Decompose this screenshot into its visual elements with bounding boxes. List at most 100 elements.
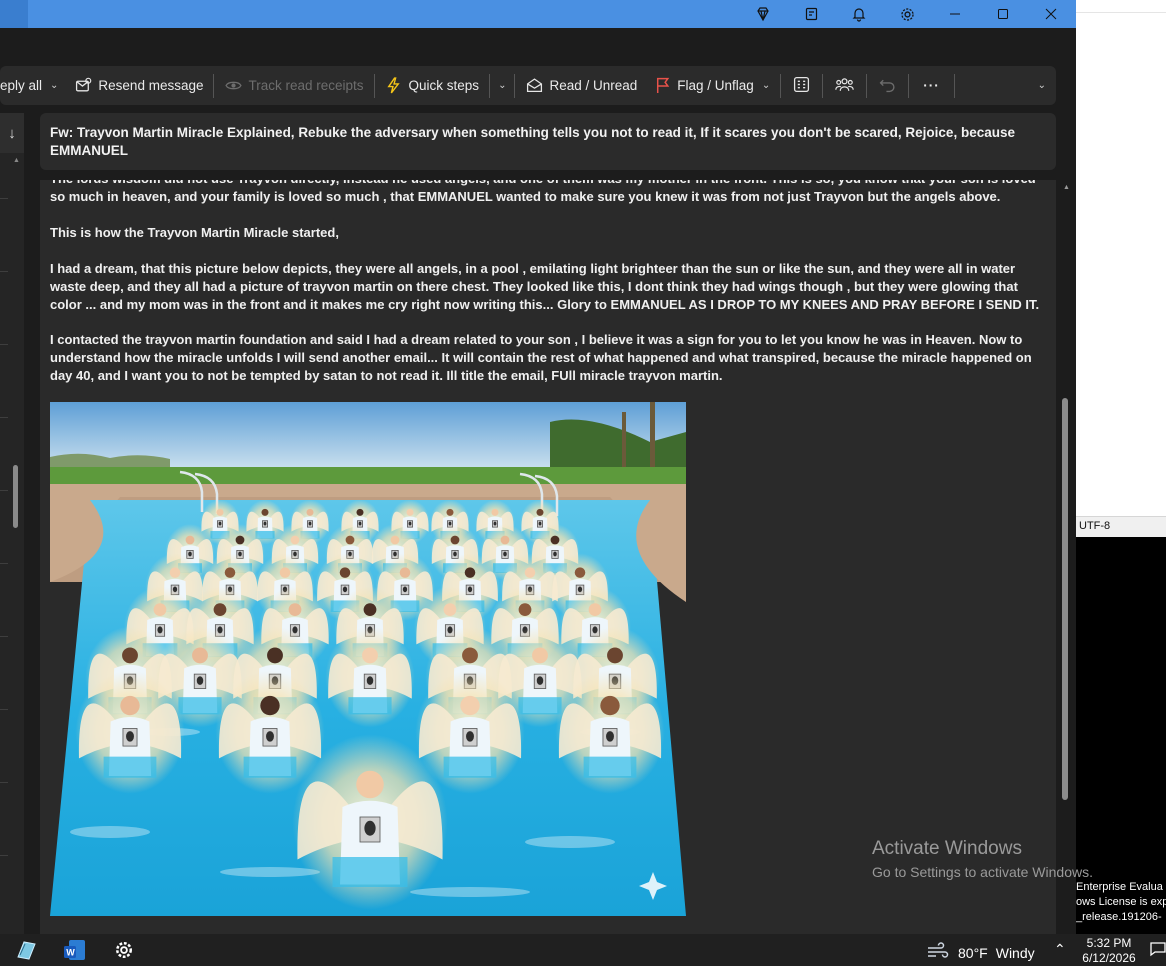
quick-steps-label: Quick steps — [408, 78, 480, 93]
people-button[interactable] — [825, 66, 864, 105]
ribbon-divider — [908, 73, 910, 98]
window-divider — [1076, 12, 1166, 13]
console-line: ows License is exp — [1076, 896, 1166, 908]
list-divider — [0, 198, 8, 199]
apps-icon — [793, 76, 810, 96]
outlook-window: eply all ⌄ Resend message Track read rec… — [0, 0, 1076, 934]
angel-figure — [75, 670, 185, 794]
reply-all-button[interactable]: eply all ⌄ — [0, 66, 66, 105]
weather-widget[interactable]: 80°F Windy — [926, 942, 1035, 963]
console-line: Enterprise Evalua — [1076, 881, 1163, 893]
clock-date: 6/12/2026 — [1082, 951, 1136, 965]
chevron-down-icon[interactable]: ⌄ — [50, 80, 58, 91]
notepad-icon[interactable] — [6, 934, 46, 966]
quick-steps-dropdown[interactable]: ⌄ — [492, 66, 512, 105]
minimize-icon[interactable] — [938, 0, 972, 28]
console-line: _release.191206- — [1076, 911, 1162, 923]
body-paragraph: I contacted the trayvon martin foundatio… — [50, 332, 1032, 383]
notes-icon[interactable] — [795, 0, 829, 28]
more-options-button[interactable]: ··· — [911, 66, 952, 105]
list-divider — [0, 709, 8, 710]
lightning-icon — [385, 77, 403, 95]
angel-figure — [555, 670, 665, 794]
wind-icon — [926, 942, 950, 963]
list-divider — [0, 855, 8, 856]
body-paragraph: This is how the Trayvon Martin Miracle s… — [50, 225, 339, 240]
chevron-down-icon[interactable]: ⌄ — [762, 80, 770, 91]
eye-icon — [224, 77, 242, 95]
message-list-pane: ↓ ▲ — [0, 113, 24, 934]
email-scrollbar-thumb[interactable] — [1062, 398, 1068, 800]
list-divider — [0, 417, 8, 418]
list-divider — [0, 636, 8, 637]
envelope-open-icon — [525, 77, 543, 95]
ribbon-divider — [213, 73, 215, 98]
svg-text:W: W — [66, 948, 75, 958]
background-window — [1076, 0, 1166, 516]
resend-button[interactable]: Resend message — [66, 66, 211, 105]
activation-watermark: Activate Windows Go to Settings to activ… — [872, 838, 1093, 880]
people-icon — [835, 76, 854, 96]
email-scrollbar[interactable]: ▲ — [1056, 180, 1076, 934]
undo-button[interactable] — [869, 66, 906, 105]
close-icon[interactable] — [1034, 0, 1068, 28]
word-icon[interactable]: W — [55, 934, 95, 966]
reply-all-label: eply all — [0, 78, 43, 93]
quick-steps-button[interactable]: Quick steps — [377, 66, 488, 105]
settings-gear-icon[interactable] — [104, 934, 144, 966]
show-hidden-icons[interactable]: ⌃ — [1054, 941, 1066, 958]
resend-label: Resend message — [98, 78, 204, 93]
list-scrollbar-thumb[interactable] — [13, 465, 18, 528]
temperature: 80°F — [958, 944, 988, 961]
email-image — [50, 402, 686, 916]
angel-figure — [292, 734, 448, 910]
more-icon: ··· — [923, 78, 940, 93]
clock[interactable]: 5:32 PM 6/12/2026 — [1078, 936, 1140, 966]
watermark-subtitle: Go to Settings to activate Windows. — [872, 864, 1093, 880]
ribbon-divider — [373, 73, 375, 98]
email-subject: Fw: Trayvon Martin Miracle Explained, Re… — [40, 113, 1056, 170]
bell-icon[interactable] — [842, 0, 876, 28]
list-divider — [0, 563, 8, 564]
track-label: Track read receipts — [248, 78, 364, 93]
list-divider — [0, 490, 8, 491]
angel-figure — [325, 626, 415, 728]
console-text: Enterprise Evalua ows License is exp _re… — [1076, 880, 1166, 925]
track-read-receipts-button[interactable]: Track read receipts — [216, 66, 371, 105]
ribbon-divider — [953, 73, 955, 98]
clock-time: 5:32 PM — [1086, 936, 1132, 950]
read-unread-label: Read / Unread — [549, 78, 638, 93]
scroll-up-icon[interactable]: ▲ — [1063, 184, 1070, 191]
notification-icon[interactable] — [1150, 941, 1166, 962]
list-divider — [0, 271, 8, 272]
list-divider — [0, 344, 8, 345]
body-paragraph: The lords wisdom did not use Trayvon dir… — [50, 180, 1036, 204]
undo-icon — [879, 76, 896, 96]
watermark-title: Activate Windows — [872, 838, 1022, 859]
diamond-icon[interactable] — [746, 0, 780, 28]
ribbon-divider — [780, 73, 782, 98]
gear-icon[interactable] — [890, 0, 924, 28]
app-corner — [0, 0, 28, 28]
flag-label: Flag / Unflag — [677, 78, 754, 93]
flag-button[interactable]: Flag / Unflag ⌄ — [645, 66, 778, 105]
flag-icon — [653, 77, 671, 95]
apps-button[interactable] — [783, 66, 820, 105]
body-paragraph: I had a dream, that this picture below d… — [50, 261, 1040, 312]
expand-ribbon-button[interactable]: ⌄ — [1030, 66, 1056, 105]
resend-icon — [74, 77, 92, 95]
weather-condition: Windy — [995, 944, 1035, 961]
taskbar: W 80°F Windy ⌃ 5:32 PM 6/12/2026 — [0, 934, 1166, 966]
read-unread-button[interactable]: Read / Unread — [517, 66, 645, 105]
ribbon-divider — [866, 73, 868, 98]
scroll-up-icon[interactable]: ▲ — [13, 157, 20, 164]
email-body: The lords wisdom did not use Trayvon dir… — [40, 180, 1056, 934]
sort-arrow-icon[interactable]: ↓ — [0, 113, 24, 153]
maximize-icon[interactable] — [986, 0, 1020, 28]
encoding-status: UTF-8 — [1076, 516, 1166, 537]
message-ribbon: eply all ⌄ Resend message Track read rec… — [0, 66, 1056, 105]
chevron-down-icon: ⌄ — [498, 80, 507, 91]
ribbon-divider — [514, 73, 516, 98]
ribbon-divider — [822, 73, 824, 98]
ribbon-divider — [489, 73, 491, 98]
